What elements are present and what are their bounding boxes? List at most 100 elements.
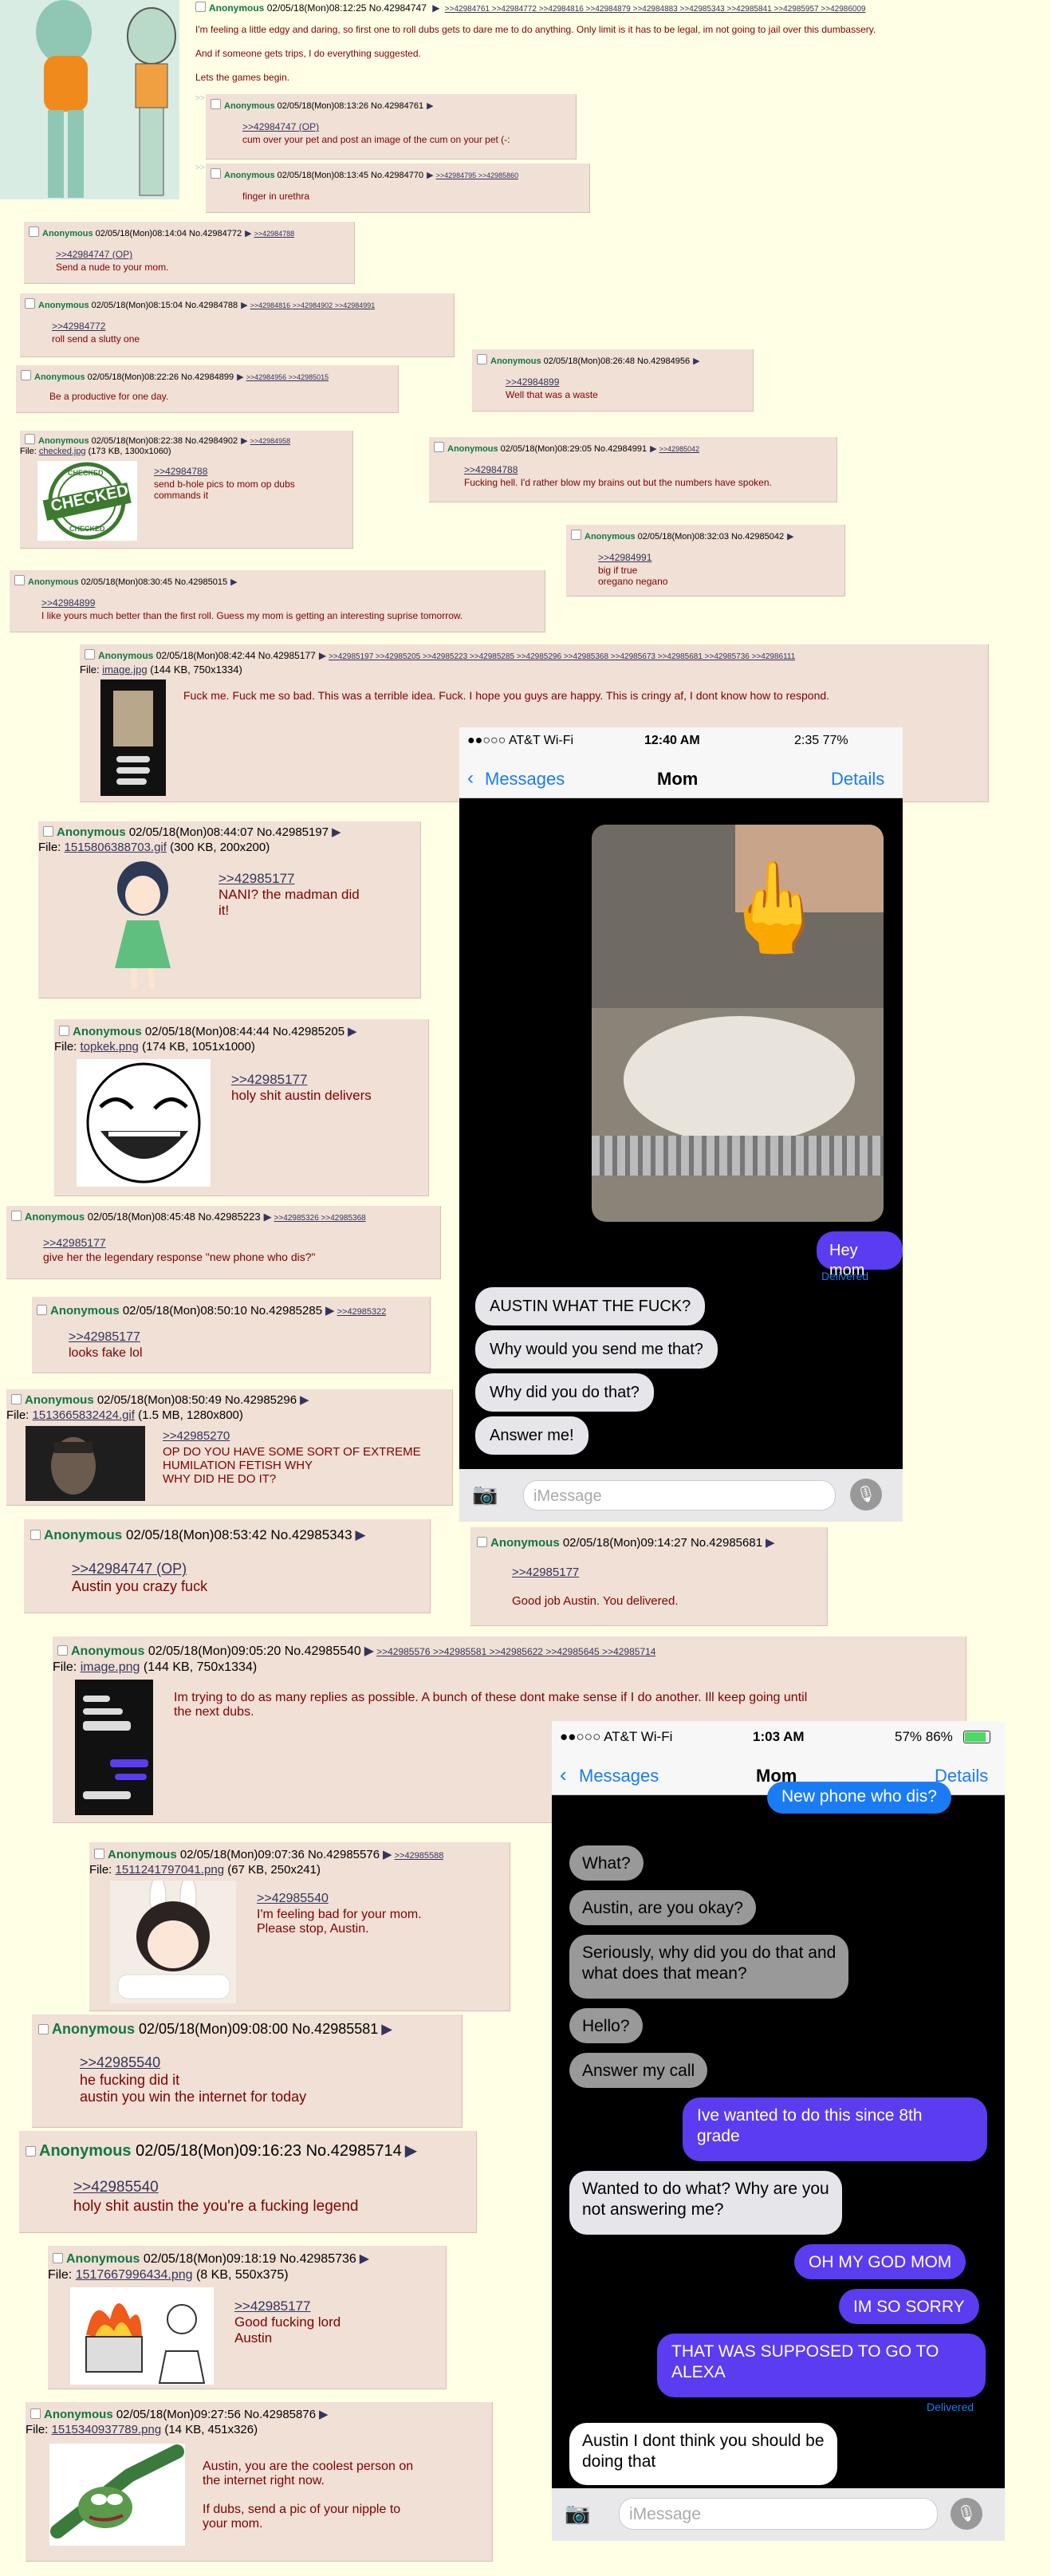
microphone-icon[interactable]: 🎙 xyxy=(850,1479,882,1511)
quote-link[interactable]: >>42985177 xyxy=(234,2298,311,2314)
post-checkbox[interactable] xyxy=(30,2409,41,2419)
post-menu-arrow-icon[interactable]: ▶ xyxy=(348,1025,357,1038)
back-chevron-icon[interactable]: ‹ xyxy=(560,1763,567,1787)
post-menu-arrow-icon[interactable]: ▶ xyxy=(230,577,237,587)
burning-computer-thumbnail[interactable] xyxy=(70,2287,214,2385)
post-menu-arrow-icon[interactable]: ▶ xyxy=(650,444,656,454)
file-link[interactable]: image.png xyxy=(81,1660,140,1674)
post-menu-arrow-icon[interactable]: ▶ xyxy=(766,1536,775,1550)
quote-link[interactable]: >>42984788 xyxy=(464,464,518,475)
post-checkbox[interactable] xyxy=(94,1849,104,1859)
quote-link[interactable]: >>42985177 xyxy=(69,1330,140,1345)
op-backlinks[interactable]: >>42984761 >>42984772 >>42984816 >>42984… xyxy=(445,5,866,14)
post-menu-arrow-icon[interactable]: ▶ xyxy=(241,436,247,446)
quote-link[interactable]: >>42985540 xyxy=(80,2054,160,2071)
post-backlinks[interactable]: >>42984958 xyxy=(250,437,291,445)
post-menu-arrow-icon[interactable]: ▶ xyxy=(356,1527,366,1542)
file-link[interactable]: image.jpg xyxy=(102,664,147,676)
post-checkbox[interactable] xyxy=(211,99,221,109)
post-menu-arrow-icon[interactable]: ▶ xyxy=(405,2142,417,2160)
quote-link[interactable]: >>42984747 (OP) xyxy=(242,121,319,132)
post-checkbox[interactable] xyxy=(11,1211,22,1221)
camera-icon[interactable]: 📷 xyxy=(472,1482,498,1507)
post-backlinks[interactable]: >>42985322 xyxy=(337,1307,387,1317)
back-button[interactable]: Messages xyxy=(485,769,565,790)
op-checkbox[interactable] xyxy=(195,2,206,12)
post-menu-arrow-icon[interactable]: ▶ xyxy=(245,229,251,238)
post-backlinks[interactable]: >>42985042 xyxy=(659,445,700,453)
quote-link[interactable]: >>42985177 xyxy=(218,871,295,887)
details-button[interactable]: Details xyxy=(831,769,884,790)
quote-link[interactable]: >>42984991 xyxy=(598,552,651,563)
post-checkbox[interactable] xyxy=(477,354,487,364)
quote-link[interactable]: >>42985177 xyxy=(43,1236,106,1249)
post-checkbox[interactable] xyxy=(59,1026,69,1036)
microphone-icon[interactable]: 🎙 xyxy=(951,2498,982,2530)
post-checkbox[interactable] xyxy=(26,2146,36,2157)
bunny-girl-thumbnail[interactable] xyxy=(110,1881,236,2003)
post-checkbox[interactable] xyxy=(14,575,25,585)
quote-link[interactable]: >>42984747 (OP) xyxy=(72,1561,187,1578)
back-button[interactable]: Messages xyxy=(579,1766,659,1786)
post-checkbox[interactable] xyxy=(29,226,39,237)
post-menu-arrow-icon[interactable]: ▶ xyxy=(693,356,699,366)
op-number[interactable]: No.42984747 xyxy=(369,2,427,14)
post-checkbox[interactable] xyxy=(30,1530,41,1540)
post-checkbox[interactable] xyxy=(11,1394,22,1404)
quote-link[interactable]: >>42984772 xyxy=(52,321,105,332)
post-checkbox[interactable] xyxy=(57,1645,68,1656)
post-menu-arrow-icon[interactable]: ▶ xyxy=(325,1304,335,1318)
post-menu-arrow-icon[interactable]: ▶ xyxy=(364,1644,374,1658)
file-link[interactable]: 1513665832424.gif xyxy=(33,1408,135,1422)
post-menu-arrow-icon[interactable]: ▶ xyxy=(427,171,433,180)
post-menu-arrow-icon[interactable]: ▶ xyxy=(319,2408,329,2421)
post-checkbox[interactable] xyxy=(43,826,53,837)
post-backlinks[interactable]: >>42985588 xyxy=(395,1851,444,1861)
rage-face-thumbnail[interactable] xyxy=(77,1059,211,1187)
movie-still-thumbnail[interactable] xyxy=(26,1426,145,1501)
post-checkbox[interactable] xyxy=(25,298,35,309)
post-checkbox[interactable] xyxy=(434,442,444,452)
back-chevron-icon[interactable]: ‹ xyxy=(467,767,474,790)
post-checkbox[interactable] xyxy=(571,530,581,540)
quote-link[interactable]: >>42984747 (OP) xyxy=(56,249,132,260)
post-menu-arrow-icon[interactable]: ▶ xyxy=(427,101,433,111)
post-backlinks[interactable]: >>42985326 >>42985368 xyxy=(274,1214,366,1223)
quote-link[interactable]: >>42985540 xyxy=(257,1892,329,1906)
screenshot-thumbnail[interactable] xyxy=(75,1680,153,1815)
post-checkbox[interactable] xyxy=(53,2253,63,2263)
file-link[interactable]: 1515806388703.gif xyxy=(65,841,167,854)
post-menu-arrow-icon[interactable]: ▶ xyxy=(381,2021,392,2037)
imessage-input[interactable]: iMessage xyxy=(619,2498,938,2530)
post-checkbox[interactable] xyxy=(37,1305,47,1315)
post-backlinks[interactable]: >>42984956 >>42985015 xyxy=(246,373,329,381)
op-image[interactable] xyxy=(0,0,179,199)
file-link[interactable]: 1515340937789.png xyxy=(52,2423,162,2436)
quote-link[interactable]: >>42984899 xyxy=(41,597,95,609)
post-checkbox[interactable] xyxy=(211,168,221,179)
post-checkbox[interactable] xyxy=(85,649,95,660)
file-link[interactable]: topkek.png xyxy=(81,1040,139,1054)
post-checkbox[interactable] xyxy=(38,2024,49,2034)
post-checkbox[interactable] xyxy=(477,1537,487,1547)
post-backlinks[interactable]: >>42984795 >>42985860 xyxy=(436,171,519,179)
checked-stamp-thumbnail[interactable]: CHECKED CHECKED CHECKED xyxy=(37,461,137,541)
file-link[interactable]: 1511241797041.png xyxy=(116,1863,225,1877)
imessage-input[interactable]: iMessage xyxy=(523,1480,836,1511)
quote-link[interactable]: >>42985177 xyxy=(512,1566,579,1579)
screenshot-thumbnail[interactable] xyxy=(100,679,166,796)
quote-link[interactable]: >>42984899 xyxy=(506,376,559,388)
anime-girl-thumbnail[interactable] xyxy=(107,857,179,994)
post-backlinks[interactable]: >>42984816 >>42984902 >>42984991 xyxy=(250,301,376,309)
post-menu-arrow-icon[interactable]: ▶ xyxy=(300,1393,309,1407)
post-backlinks[interactable]: >>42985197 >>42985205 >>42985223 >>42985… xyxy=(329,652,795,661)
post-checkbox[interactable] xyxy=(25,434,35,444)
pepe-dab-thumbnail[interactable] xyxy=(49,2444,185,2546)
post-menu-arrow-icon[interactable]: ▶ xyxy=(383,1848,392,1861)
sent-photo[interactable]: 🖕 xyxy=(592,825,884,1222)
quote-link[interactable]: >>42985270 xyxy=(163,1429,230,1443)
post-backlinks[interactable]: >>42985576 >>42985581 >>42985622 >>42985… xyxy=(376,1646,655,1657)
file-link[interactable]: checked.jpg xyxy=(39,447,86,456)
post-menu-arrow-icon[interactable]: ▶ xyxy=(332,825,341,839)
post-menu-arrow-icon[interactable]: ▶ xyxy=(237,372,243,382)
